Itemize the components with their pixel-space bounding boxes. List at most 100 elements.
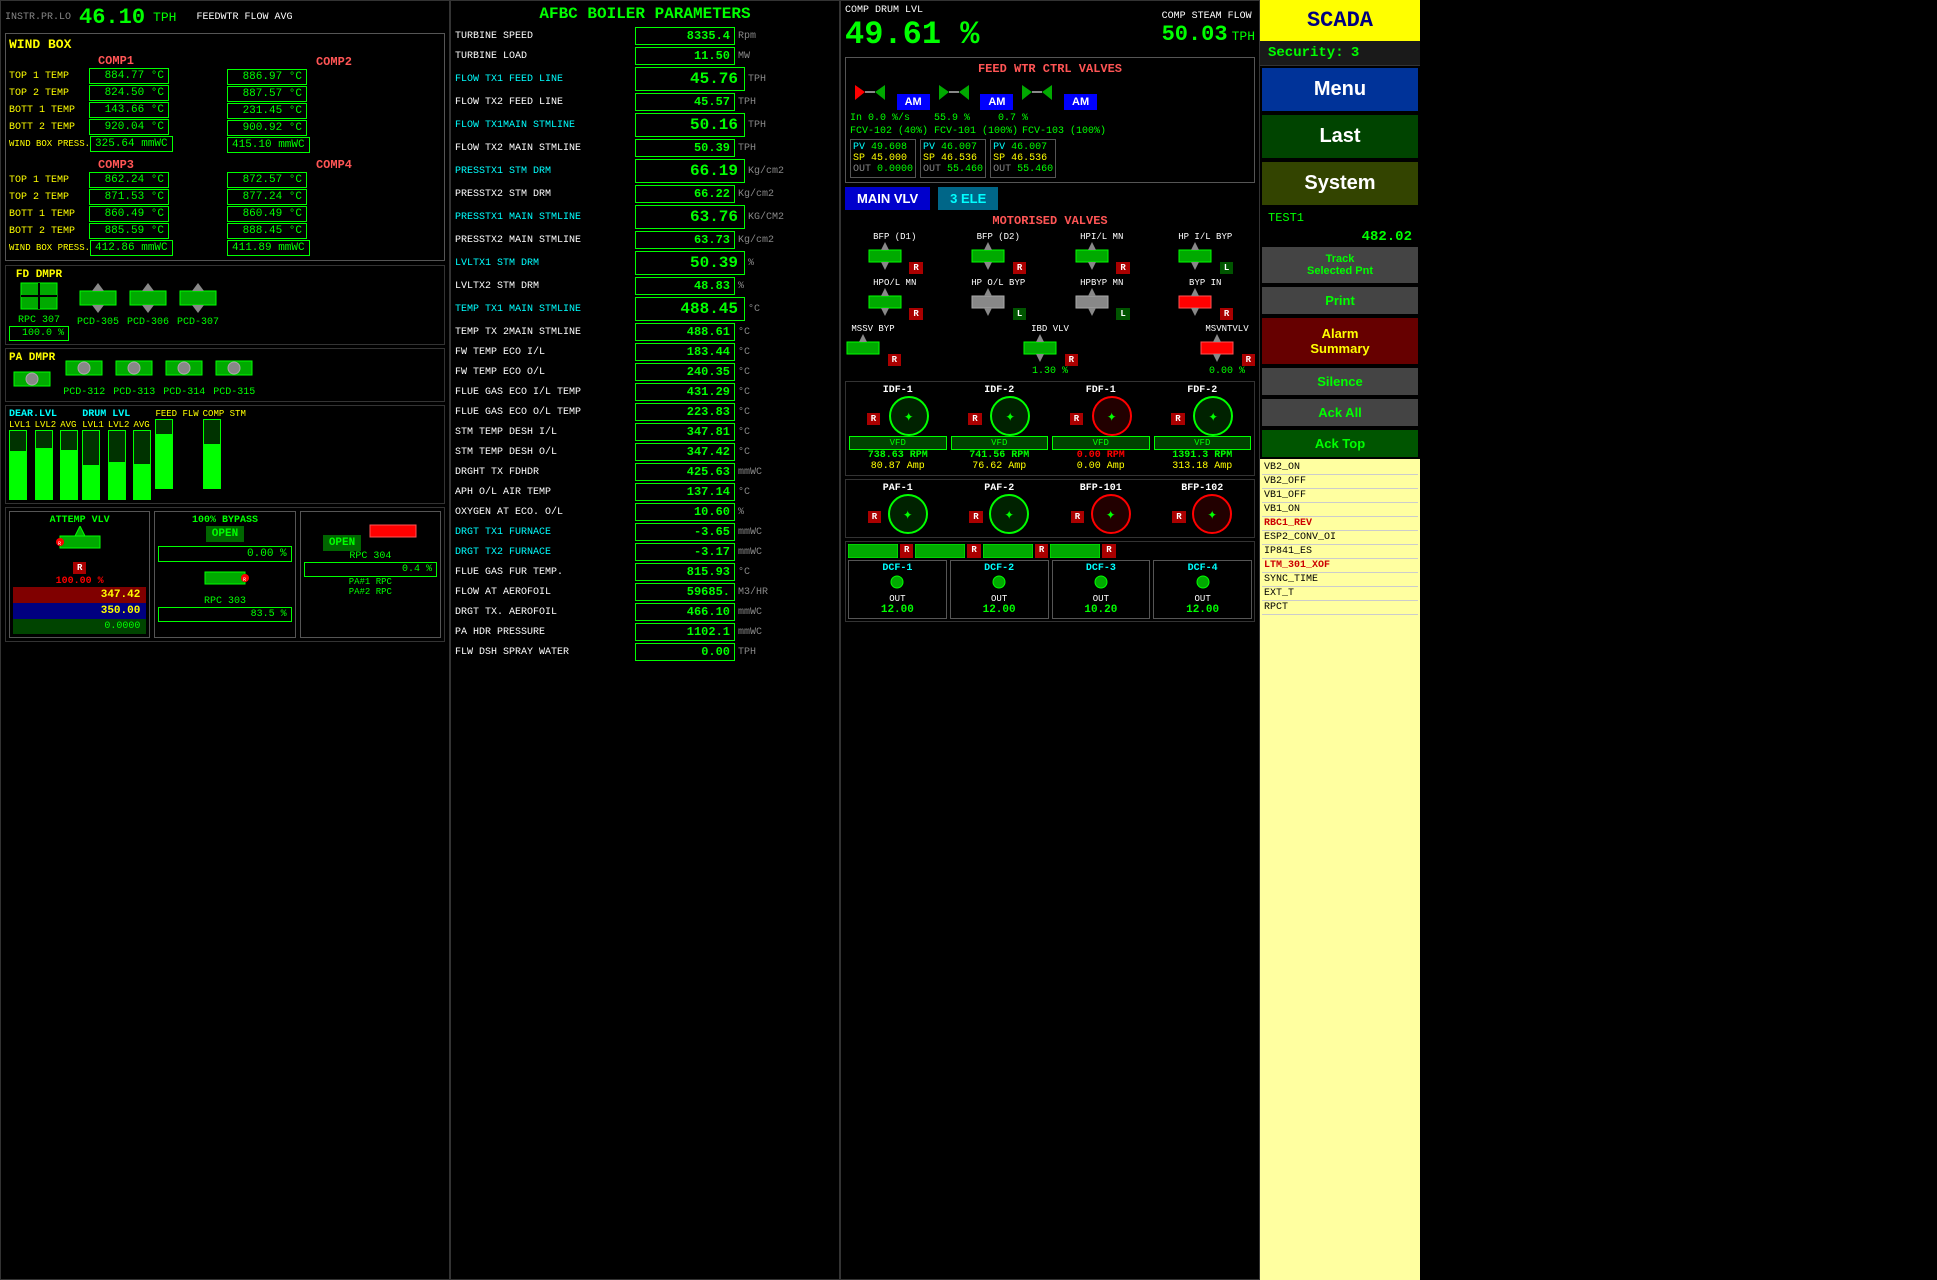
alarm-item-8[interactable]: SYNC_TIME xyxy=(1262,573,1418,587)
alarm-summary-button[interactable]: AlarmSummary xyxy=(1262,318,1418,364)
bfp-d2-r-btn[interactable]: R xyxy=(1013,262,1026,274)
valve2-icon xyxy=(934,80,974,105)
comp-steam-label: COMP STEAM FLOW xyxy=(1162,11,1255,22)
alarm-item-5[interactable]: ESP2_CONV_OI xyxy=(1262,531,1418,545)
ibd-vlv-r-btn[interactable]: R xyxy=(1065,354,1078,366)
alarm-item-7[interactable]: LTM_301_XOF xyxy=(1262,559,1418,573)
fcv101-label: FCV-101 (100%) xyxy=(934,126,1018,137)
idf1-r-btn[interactable]: R xyxy=(867,413,880,425)
param-label-11: LVLTX2 STM DRM xyxy=(455,281,635,292)
comp1-label: COMP1 xyxy=(9,54,223,68)
byp-in-r-btn[interactable]: R xyxy=(1220,308,1233,320)
hp-il-byp-l-btn[interactable]: L xyxy=(1220,262,1233,274)
left-panel: INSTR.PR.LO 46.10 TPH FEEDWTR FLOW AVG W… xyxy=(0,0,450,1280)
hp-il-byp-icon xyxy=(1177,242,1213,270)
print-button[interactable]: Print xyxy=(1262,287,1418,314)
dcf-bar-r4[interactable]: R xyxy=(1102,544,1115,558)
msvnt-r-btn[interactable]: R xyxy=(1242,354,1255,366)
three-ele-btn[interactable]: 3 ELE xyxy=(938,187,998,210)
system-button[interactable]: System xyxy=(1262,162,1418,205)
mssv-byp-r-btn[interactable]: R xyxy=(888,354,901,366)
am-btn-3[interactable]: AM xyxy=(1064,94,1097,110)
idf2-fan-icon: ✦ xyxy=(990,396,1030,436)
dcf-bar-r1[interactable]: R xyxy=(900,544,913,558)
valve1-icon-col: AM xyxy=(850,80,930,110)
main-vlv-btn[interactable]: MAIN VLV xyxy=(845,187,930,210)
lvl2-label: LVL2 xyxy=(35,420,57,430)
alarm-item-9[interactable]: EXT_T xyxy=(1262,587,1418,601)
fcv102-label: FCV-102 (40%) xyxy=(850,126,930,137)
alarm-item-6[interactable]: IP841_ES xyxy=(1262,545,1418,559)
last-button[interactable]: Last xyxy=(1262,115,1418,158)
windbox-title: WIND BOX xyxy=(9,37,223,52)
comp4-label: COMP4 xyxy=(227,158,441,172)
pcd307-item: PCD-307 xyxy=(177,283,219,328)
hpbyp-mn-l-btn[interactable]: L xyxy=(1116,308,1129,320)
param-row-9: PRESSTX2 MAIN STMLINE63.73Kg/cm2 xyxy=(455,231,835,249)
alarm-item-0[interactable]: VB2_ON xyxy=(1262,461,1418,475)
bott1-label-c1: BOTT 1 TEMP xyxy=(9,105,89,116)
param-label-26: FLOW AT AEROFOIL xyxy=(455,587,635,598)
track-button[interactable]: TrackSelected Pnt xyxy=(1262,247,1418,283)
param-row-29: FLW DSH SPRAY WATER0.00TPH xyxy=(455,643,835,661)
dcf-bar-r2[interactable]: R xyxy=(967,544,980,558)
dcf4-label: DCF-4 xyxy=(1156,563,1249,574)
msvnt-label: MSVNTVLV xyxy=(1199,324,1255,334)
drum-lvl1-label: LVL1 xyxy=(82,420,104,430)
pcd306-label: PCD-306 xyxy=(127,317,169,328)
bott1-label-c3: BOTT 1 TEMP xyxy=(9,209,89,220)
idf1-vfd: VFD xyxy=(849,436,947,450)
feedwtr-label: FEEDWTR FLOW AVG xyxy=(196,12,292,23)
attemp-r-btn[interactable]: R xyxy=(73,562,86,574)
pv-val-attemp: 100.00 % xyxy=(13,576,146,587)
alarm-item-10[interactable]: RPCT xyxy=(1262,601,1418,615)
ack-top-button[interactable]: Ack Top xyxy=(1262,430,1418,457)
fcv102-sp: 45.000 xyxy=(871,153,907,164)
pcd312-icon xyxy=(64,353,104,383)
ack-all-button[interactable]: Ack All xyxy=(1262,399,1418,426)
dcf2-val: 12.00 xyxy=(953,604,1046,616)
bott2-label-c3: BOTT 2 TEMP xyxy=(9,226,89,237)
param-unit-20: mmWC xyxy=(738,467,762,478)
hp-ol-byp-l-btn[interactable]: L xyxy=(1013,308,1026,320)
attemp-section: ATTEMP VLV R R 100.00 % 347.42 350.00 0.… xyxy=(5,507,445,642)
alarm-item-3[interactable]: VB1_ON xyxy=(1262,503,1418,517)
param-unit-1: MW xyxy=(738,51,750,62)
idf2-label: IDF-2 xyxy=(951,385,1049,396)
top2-label-c3: TOP 2 TEMP xyxy=(9,192,89,203)
alarm-item-4[interactable]: RBC1_REV xyxy=(1262,517,1418,531)
idf2-r-btn[interactable]: R xyxy=(968,413,981,425)
bfp-d1-r-btn[interactable]: R xyxy=(909,262,922,274)
param-label-12: TEMP TX1 MAIN STMLINE xyxy=(455,304,635,315)
param-label-13: TEMP TX 2MAIN STMLINE xyxy=(455,327,635,338)
alarm-list: VB2_ONVB2_OFFVB1_OFFVB1_ONRBC1_REVESP2_C… xyxy=(1260,459,1420,1280)
fdf1-r-btn[interactable]: R xyxy=(1070,413,1083,425)
fdf2-vfd: VFD xyxy=(1154,436,1252,450)
param-value-3: 45.57 xyxy=(635,93,735,111)
paf1-r-btn[interactable]: R xyxy=(868,511,881,523)
top-bar: INSTR.PR.LO 46.10 TPH FEEDWTR FLOW AVG xyxy=(5,5,445,30)
paf2-r-btn[interactable]: R xyxy=(969,511,982,523)
alarm-item-1[interactable]: VB2_OFF xyxy=(1262,475,1418,489)
comp2-label: COMP2 xyxy=(227,55,441,69)
am-btn-1[interactable]: AM xyxy=(897,94,930,110)
pa2-label: PA#2 RPC xyxy=(304,587,437,597)
hpo-mn-r-btn[interactable]: R xyxy=(909,308,922,320)
bfp101-r-btn[interactable]: R xyxy=(1071,511,1084,523)
param-value-2: 45.76 xyxy=(635,67,745,91)
fdf2-r-btn[interactable]: R xyxy=(1171,413,1184,425)
mssv-byp-label: MSSV BYP xyxy=(845,324,901,334)
press-label-c3: WIND BOX PRESS. xyxy=(9,243,90,253)
rpc304-icon xyxy=(368,515,418,545)
param-unit-4: TPH xyxy=(748,120,766,131)
dcf-bar-r3[interactable]: R xyxy=(1035,544,1048,558)
am-btn-2[interactable]: AM xyxy=(980,94,1013,110)
bfp102-label: BFP-102 xyxy=(1154,483,1252,494)
bfp102-r-btn[interactable]: R xyxy=(1172,511,1185,523)
menu-button[interactable]: Menu xyxy=(1262,68,1418,111)
paf2-label: PAF-2 xyxy=(951,483,1049,494)
silence-button[interactable]: Silence xyxy=(1262,368,1418,395)
hpi-mn-r-btn[interactable]: R xyxy=(1116,262,1129,274)
drum-avg: AVG xyxy=(133,420,151,500)
alarm-item-2[interactable]: VB1_OFF xyxy=(1262,489,1418,503)
